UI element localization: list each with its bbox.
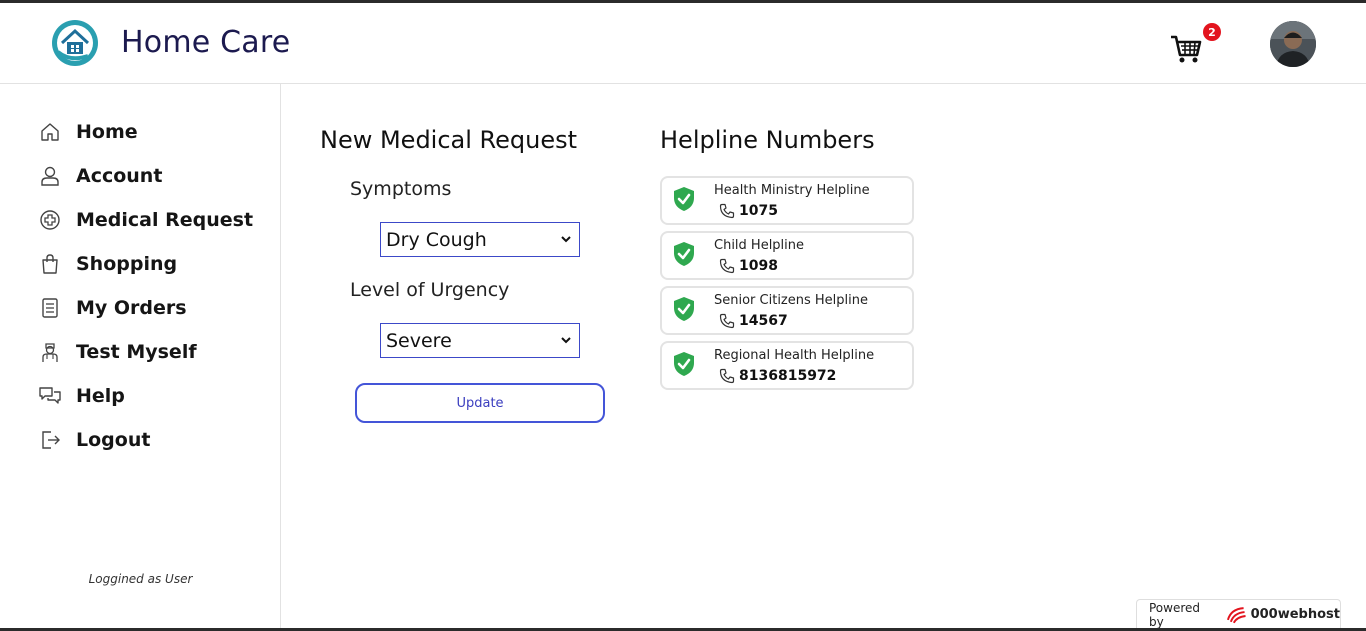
top-header: Home Care 2	[0, 3, 1366, 84]
symptoms-selected-value: Dry Cough	[386, 228, 487, 251]
chevron-down-icon	[561, 236, 571, 243]
helpline-card: Senior Citizens Helpline 14567	[660, 286, 914, 335]
sidebar-item-account[interactable]: Account	[38, 161, 162, 191]
helpline-card: Regional Health Helpline 8136815972	[660, 341, 914, 390]
user-avatar[interactable]	[1270, 21, 1316, 67]
update-button[interactable]: Update	[355, 383, 605, 423]
helpline-number[interactable]: 8136815972	[739, 368, 836, 384]
shield-check-icon	[674, 187, 694, 211]
doctor-icon	[38, 340, 62, 364]
shield-check-icon	[674, 297, 694, 321]
sidebar-item-label: Logout	[76, 429, 151, 451]
phone-icon	[719, 258, 735, 274]
helpline-number[interactable]: 1075	[739, 203, 778, 219]
shield-check-icon	[674, 242, 694, 266]
powered-by-badge[interactable]: Powered by 000webhost	[1136, 599, 1341, 629]
sidebar-item-my-orders[interactable]: My Orders	[38, 293, 187, 323]
sidebar-item-label: Help	[76, 385, 125, 407]
shopping-bag-icon	[38, 252, 62, 276]
medical-plus-icon	[38, 208, 62, 232]
phone-icon	[719, 368, 735, 384]
user-icon	[38, 164, 62, 188]
urgency-selected-value: Severe	[386, 329, 452, 352]
helpline-number[interactable]: 14567	[739, 313, 788, 329]
sidebar-item-label: Account	[76, 165, 163, 187]
cart-count-badge: 2	[1203, 23, 1221, 41]
helpline-name: Child Helpline	[714, 238, 805, 253]
urgency-select[interactable]: Severe	[380, 323, 580, 358]
helpline-title: Helpline Numbers	[660, 126, 875, 154]
logout-icon	[38, 428, 62, 452]
sidebar: Home Account Medical Request Shopping My…	[0, 84, 281, 628]
urgency-label: Level of Urgency	[350, 279, 510, 301]
helpline-name: Regional Health Helpline	[714, 348, 875, 363]
symptoms-select[interactable]: Dry Cough	[380, 222, 580, 257]
helpline-name: Health Ministry Helpline	[714, 183, 870, 198]
sidebar-item-medical-request[interactable]: Medical Request	[38, 205, 253, 235]
sidebar-item-test-myself[interactable]: Test Myself	[38, 337, 197, 367]
sidebar-item-label: Medical Request	[76, 209, 254, 231]
sidebar-item-shopping[interactable]: Shopping	[38, 249, 177, 279]
sidebar-item-label: Test Myself	[76, 341, 197, 363]
sidebar-item-label: Home	[76, 121, 138, 143]
sidebar-item-label: Shopping	[76, 253, 178, 275]
cart-icon[interactable]	[1168, 31, 1204, 67]
chat-bubbles-icon	[38, 384, 62, 408]
powered-by-text: Powered by	[1149, 600, 1201, 629]
helpline-card: Health Ministry Helpline 1075	[660, 176, 914, 225]
sidebar-item-logout[interactable]: Logout	[38, 425, 150, 455]
powered-by-brand: 000webhost	[1250, 607, 1340, 622]
phone-icon	[719, 203, 735, 219]
sidebar-item-home[interactable]: Home	[38, 117, 138, 147]
symptoms-label: Symptoms	[350, 178, 452, 200]
app-title: Home Care	[121, 25, 291, 60]
new-request-title: New Medical Request	[320, 126, 578, 154]
shield-check-icon	[674, 352, 694, 376]
phone-icon	[719, 313, 735, 329]
helpline-name: Senior Citizens Helpline	[714, 293, 868, 308]
helpline-number[interactable]: 1098	[739, 258, 778, 274]
home-care-logo[interactable]	[50, 18, 100, 68]
helpline-card: Child Helpline 1098	[660, 231, 914, 280]
home-icon	[38, 120, 62, 144]
sidebar-item-help[interactable]: Help	[38, 381, 125, 411]
logged-in-status: Loggined as User	[88, 572, 193, 586]
chevron-down-icon	[561, 337, 571, 344]
sidebar-item-label: My Orders	[76, 297, 187, 319]
webhost-logo-icon	[1227, 606, 1246, 623]
receipt-icon	[38, 296, 62, 320]
